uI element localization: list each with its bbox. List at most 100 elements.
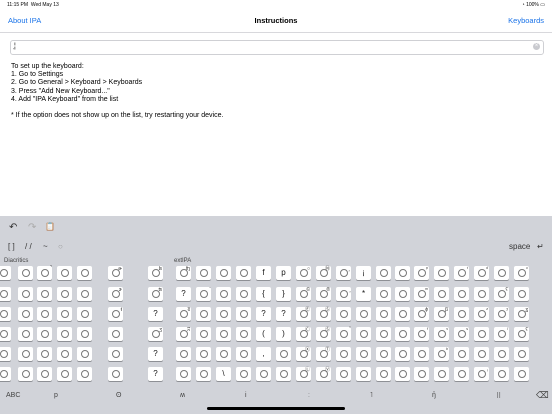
ipa-key[interactable] — [414, 347, 429, 361]
ipa-key[interactable]: * — [356, 287, 371, 301]
ipa-key[interactable] — [256, 367, 271, 381]
ipa-key[interactable] — [276, 367, 291, 381]
ipa-key[interactable] — [77, 327, 92, 341]
ipa-key[interactable]: ᵈ — [474, 266, 489, 280]
paste-icon[interactable]: 📋 — [45, 222, 55, 231]
bottom-key-i[interactable]: i — [245, 392, 247, 399]
ipa-key[interactable]: ʕ — [514, 327, 529, 341]
ipa-key[interactable] — [216, 327, 231, 341]
slashes-key[interactable]: / / — [25, 242, 32, 251]
ipa-key[interactable] — [356, 327, 371, 341]
ipa-key[interactable] — [57, 287, 72, 301]
ipa-key[interactable] — [474, 327, 489, 341]
ipa-key[interactable]: ʬ — [176, 307, 191, 321]
bottom-key-hook[interactable]: ˥ — [370, 392, 373, 399]
undo-icon[interactable]: ↶ — [9, 222, 17, 233]
ipa-key[interactable]: f — [256, 266, 271, 280]
ipa-key[interactable] — [276, 347, 291, 361]
ipa-key[interactable]: ? — [148, 347, 163, 361]
space-key[interactable]: space — [509, 242, 530, 251]
ipa-key[interactable] — [236, 347, 251, 361]
ipa-key[interactable]: ᵖ — [414, 266, 429, 280]
ipa-key[interactable]: ) — [276, 327, 291, 341]
bottom-key-dots[interactable]: ⠿ — [496, 392, 501, 400]
ipa-key[interactable]: Ⓛ — [296, 367, 311, 381]
ipa-key[interactable] — [0, 327, 11, 341]
ipa-key[interactable] — [108, 327, 123, 341]
ipa-key[interactable]: ̏ — [336, 327, 351, 341]
ipa-key[interactable] — [336, 347, 351, 361]
ipa-key[interactable] — [376, 287, 391, 301]
bottom-key-p[interactable]: p — [54, 392, 58, 399]
ipa-key[interactable]: ᶻ — [474, 307, 489, 321]
ipa-key[interactable] — [176, 347, 191, 361]
ipa-key[interactable]: ¡ — [356, 266, 371, 280]
ipa-key[interactable]: ᵇ — [434, 347, 449, 361]
ipa-key[interactable]: Ⓝ — [316, 266, 331, 280]
ipa-key[interactable] — [0, 347, 11, 361]
ipa-key[interactable]: ʪ — [148, 266, 163, 280]
ipa-key[interactable]: ̧ — [336, 287, 351, 301]
ipa-key[interactable] — [514, 287, 529, 301]
ipa-key[interactable] — [77, 266, 92, 280]
ipa-key[interactable] — [18, 367, 33, 381]
ipa-key[interactable]: ? — [176, 287, 191, 301]
ipa-key[interactable]: ᶠ — [414, 327, 429, 341]
ipa-key[interactable] — [18, 307, 33, 321]
ipa-key[interactable]: ʕ — [494, 287, 509, 301]
brackets-key[interactable]: [ ] — [8, 242, 15, 251]
circle-key[interactable]: ○ — [58, 242, 63, 251]
ipa-key[interactable] — [236, 367, 251, 381]
ipa-key[interactable] — [336, 307, 351, 321]
ipa-key[interactable] — [395, 367, 410, 381]
ipa-key[interactable] — [0, 287, 11, 301]
bottom-key-o[interactable]: ʘ — [116, 392, 121, 399]
ipa-key[interactable] — [395, 287, 410, 301]
ipa-key[interactable]: \ — [216, 367, 231, 381]
ipa-key[interactable]: ᶜ — [514, 266, 529, 280]
ipa-key[interactable] — [77, 307, 92, 321]
ipa-key[interactable] — [18, 287, 33, 301]
ipa-key[interactable]: ¸ — [336, 266, 351, 280]
ipa-key[interactable] — [37, 367, 52, 381]
ipa-key[interactable] — [454, 347, 469, 361]
tilde-key[interactable]: ~ — [43, 242, 48, 251]
ipa-key[interactable]: ○ — [296, 266, 311, 280]
return-key[interactable]: ↵ — [537, 242, 544, 251]
ipa-key[interactable] — [37, 347, 52, 361]
ipa-key[interactable]: ʒ — [148, 327, 163, 341]
ipa-key[interactable]: ? — [148, 367, 163, 381]
ipa-key[interactable] — [514, 367, 529, 381]
ipa-key[interactable] — [216, 287, 231, 301]
ipa-key[interactable]: ˡ — [494, 327, 509, 341]
ipa-key[interactable]: β — [434, 307, 449, 321]
ipa-key[interactable]: Ⓥ — [316, 367, 331, 381]
ipa-key[interactable]: ® — [316, 287, 331, 301]
ipa-key[interactable] — [108, 367, 123, 381]
ipa-key[interactable] — [356, 367, 371, 381]
ipa-key[interactable] — [434, 266, 449, 280]
ipa-key[interactable] — [0, 266, 11, 280]
redo-icon[interactable]: ↷ — [28, 222, 36, 233]
ipa-key[interactable] — [236, 327, 251, 341]
ipa-key[interactable] — [336, 367, 351, 381]
ipa-key[interactable] — [57, 307, 72, 321]
ipa-key[interactable] — [376, 327, 391, 341]
ipa-key[interactable] — [77, 367, 92, 381]
ipa-key[interactable] — [395, 327, 410, 341]
ipa-key[interactable]: Ⓒ — [296, 327, 311, 341]
ipa-key[interactable] — [216, 307, 231, 321]
ipa-key[interactable]: ? — [276, 307, 291, 321]
ipa-key[interactable]: ʩ — [176, 266, 191, 280]
ipa-key[interactable] — [0, 367, 11, 381]
ipa-key[interactable] — [414, 367, 429, 381]
ipa-key[interactable] — [395, 307, 410, 321]
ipa-key[interactable] — [57, 367, 72, 381]
ipa-key[interactable] — [376, 266, 391, 280]
ipa-key[interactable] — [37, 287, 52, 301]
ipa-key[interactable]: ʓ — [514, 307, 529, 321]
ipa-key[interactable] — [57, 347, 72, 361]
ipa-key[interactable] — [494, 367, 509, 381]
ipa-key[interactable] — [454, 367, 469, 381]
keyboards-button[interactable]: Keyboards — [508, 16, 544, 25]
